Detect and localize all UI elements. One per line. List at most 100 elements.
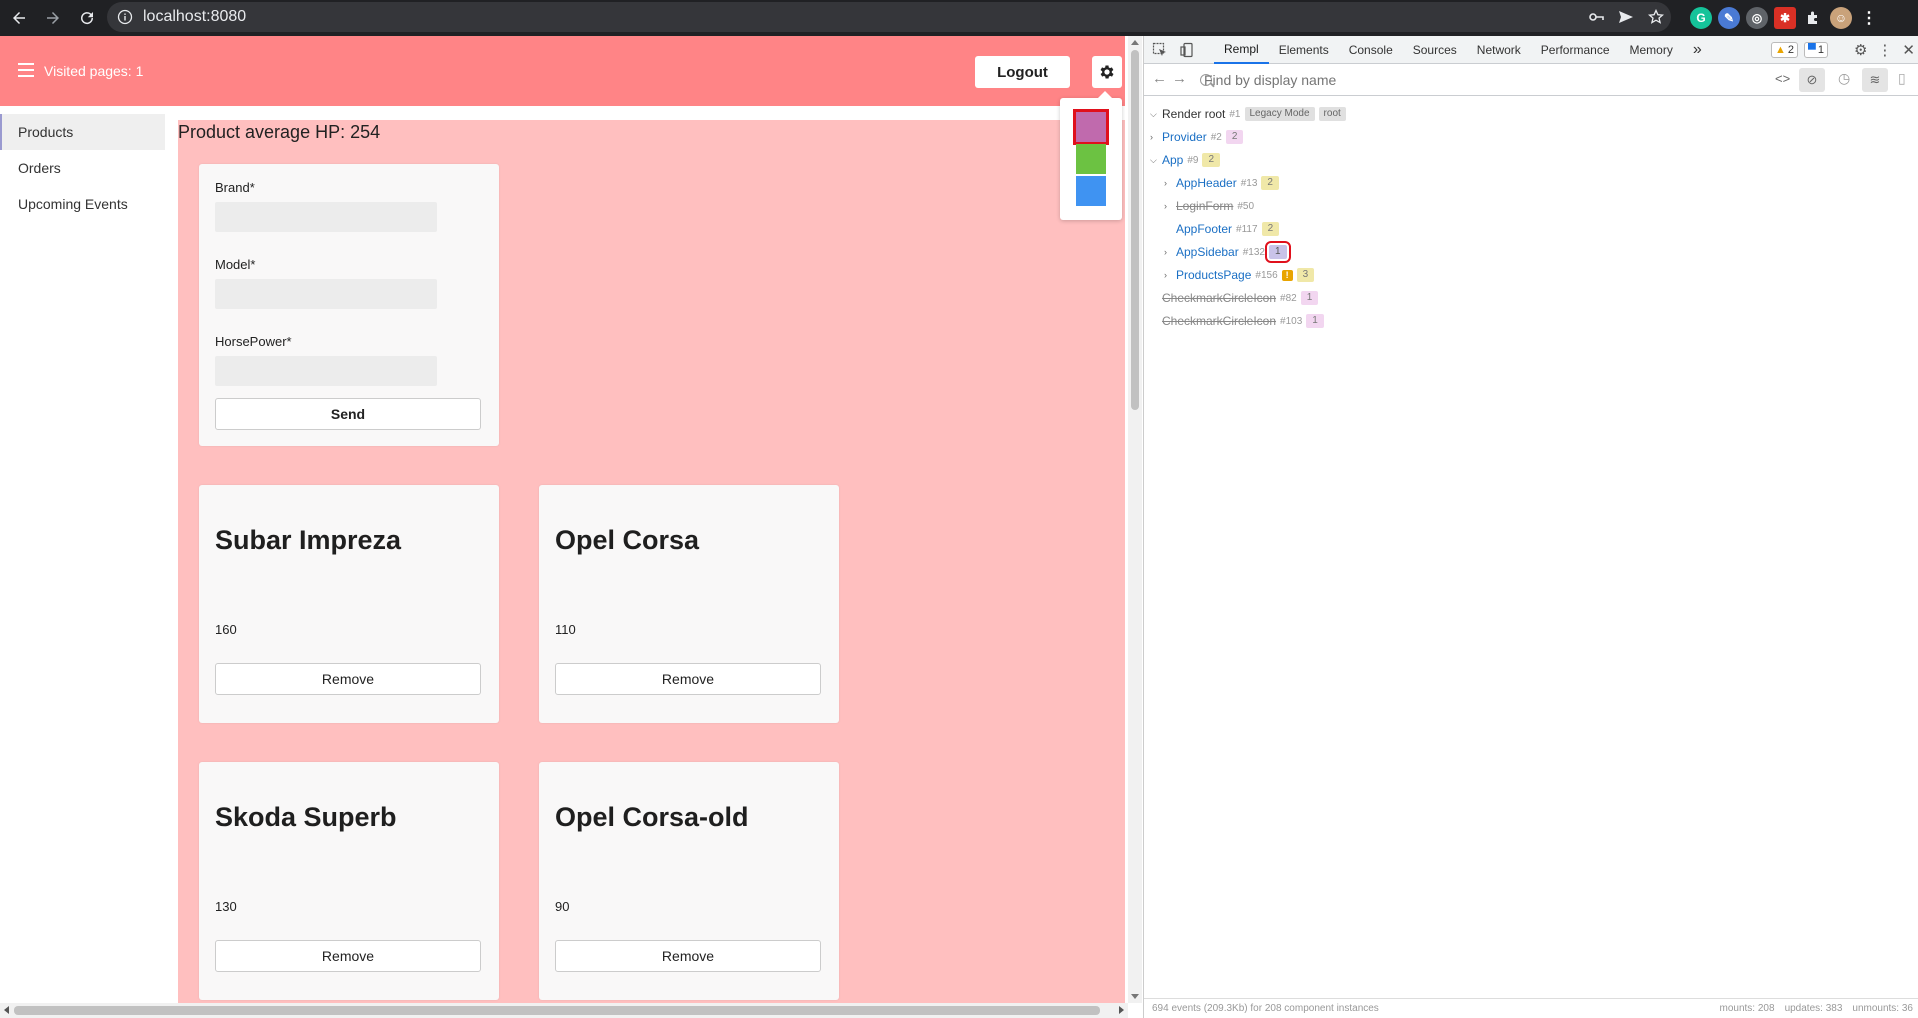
settings-gear-icon[interactable]: [1092, 56, 1122, 88]
send-button[interactable]: Send: [215, 398, 481, 430]
remove-button[interactable]: Remove: [215, 663, 481, 695]
tree-row-loginform[interactable]: › LoginForm #50: [1164, 196, 1254, 216]
tab-console[interactable]: Console: [1339, 36, 1403, 64]
add-product-form: Brand* Model* HorsePower* Send: [199, 164, 499, 446]
remove-button[interactable]: Remove: [555, 940, 821, 972]
tree-row-appheader[interactable]: › AppHeader #13 2: [1164, 173, 1279, 193]
component-id: #1: [1229, 108, 1241, 120]
info-icon[interactable]: [117, 9, 133, 25]
forward-arrow-icon[interactable]: →: [1172, 70, 1187, 87]
tree-row-checkmark-icon[interactable]: CheckmarkCircleIcon #103 1: [1162, 311, 1324, 331]
brand-input[interactable]: [215, 202, 437, 232]
address-bar[interactable]: localhost:8080: [107, 2, 1671, 32]
tab-rempl[interactable]: Rempl: [1214, 36, 1269, 64]
send-icon[interactable]: [1611, 2, 1641, 32]
app-horizontal-scrollbar[interactable]: [0, 1003, 1128, 1018]
profile-avatar[interactable]: ☺: [1830, 7, 1852, 29]
tab-performance[interactable]: Performance: [1531, 36, 1620, 64]
remove-button[interactable]: Remove: [215, 940, 481, 972]
hamburger-menu-icon[interactable]: [18, 63, 34, 77]
tree-row-checkmark-icon[interactable]: CheckmarkCircleIcon #82 1: [1162, 288, 1319, 308]
devtools-settings-gear-icon[interactable]: ⚙: [1854, 41, 1867, 59]
component-id: #82: [1280, 292, 1297, 304]
scrollbar-thumb[interactable]: [14, 1006, 1100, 1015]
logout-button[interactable]: Logout: [975, 56, 1070, 88]
back-arrow-icon[interactable]: ←: [1152, 70, 1167, 87]
sidebar-item-orders[interactable]: Orders: [0, 150, 165, 186]
horsepower-input[interactable]: [215, 356, 437, 386]
forward-icon[interactable]: [38, 3, 68, 33]
tree-row-app[interactable]: ⌵ App #9 2: [1150, 150, 1221, 170]
warning-icon: ▲: [1775, 44, 1786, 56]
devtools-tab-bar: Rempl Elements Console Sources Network P…: [1144, 36, 1918, 64]
component-id: #156: [1255, 269, 1278, 281]
render-count-badge: 2: [1225, 130, 1244, 144]
remove-button[interactable]: Remove: [555, 663, 821, 695]
sidebar-item-upcoming-events[interactable]: Upcoming Events: [0, 186, 165, 222]
app-viewport: Visited pages: 1 Logout Products Orders …: [0, 36, 1125, 1003]
expand-arrow-icon[interactable]: ›: [1164, 270, 1174, 280]
tab-elements[interactable]: Elements: [1269, 36, 1339, 64]
puzzle-extensions-icon[interactable]: [1802, 7, 1824, 29]
theme-swatch-purple[interactable]: [1073, 109, 1109, 145]
warnings-badge[interactable]: ▲ 2: [1771, 42, 1799, 58]
devtools-kebab-icon[interactable]: ⋮: [1877, 41, 1892, 59]
expand-arrow-icon[interactable]: ›: [1164, 247, 1174, 257]
tree-row-provider[interactable]: › Provider #2 2: [1150, 127, 1244, 147]
target-extension-icon[interactable]: ◎: [1746, 7, 1768, 29]
unmounts-count: unmounts: 36: [1852, 1003, 1913, 1014]
tab-network[interactable]: Network: [1467, 36, 1531, 64]
expand-arrow-icon[interactable]: ›: [1164, 178, 1174, 188]
code-icon[interactable]: <>: [1775, 71, 1790, 86]
theme-swatch-green[interactable]: [1076, 144, 1106, 174]
tree-row-productspage[interactable]: › ProductsPage #156 ! 3: [1164, 265, 1315, 285]
tree-row-appfooter[interactable]: AppFooter #117 2: [1176, 219, 1280, 239]
menu-kebab-icon[interactable]: ⋮: [1858, 7, 1880, 29]
messages-badge[interactable]: ▀ 1: [1804, 42, 1828, 58]
app-header: Visited pages: 1 Logout: [0, 36, 1125, 106]
star-icon[interactable]: [1641, 2, 1671, 32]
horsepower-label: HorsePower*: [215, 334, 292, 349]
tab-sources[interactable]: Sources: [1403, 36, 1467, 64]
scroll-down-arrow-icon[interactable]: [1131, 994, 1139, 999]
expand-arrow-icon[interactable]: ›: [1150, 132, 1160, 142]
trash-icon[interactable]: ▯: [1898, 70, 1906, 87]
render-count-badge: 2: [1261, 176, 1279, 190]
device-toolbar-icon[interactable]: [1176, 38, 1200, 62]
grammarly-extension-icon[interactable]: G: [1690, 7, 1712, 29]
scroll-right-arrow-icon[interactable]: [1119, 1006, 1124, 1014]
more-tabs-icon[interactable]: »: [1683, 36, 1712, 64]
eye-hidden-icon[interactable]: ⊘: [1799, 68, 1825, 92]
render-count-badge: 3: [1296, 268, 1315, 282]
collapse-arrow-icon[interactable]: ⌵: [1150, 109, 1160, 120]
collapse-arrow-icon[interactable]: ⌵: [1150, 155, 1160, 166]
scroll-left-arrow-icon[interactable]: [4, 1006, 9, 1014]
key-icon[interactable]: [1581, 2, 1611, 32]
wifi-icon[interactable]: ≋: [1862, 68, 1888, 92]
component-tree: ⌵ Render root #1 Legacy Mode root › Prov…: [1144, 96, 1918, 996]
pen-extension-icon[interactable]: ✎: [1718, 7, 1740, 29]
expand-arrow-icon[interactable]: ›: [1164, 201, 1174, 211]
theme-swatch-blue[interactable]: [1076, 176, 1106, 206]
app-vertical-scrollbar[interactable]: [1128, 36, 1142, 1003]
reload-icon[interactable]: [72, 3, 102, 33]
close-devtools-icon[interactable]: ✕: [1902, 41, 1915, 59]
timer-icon[interactable]: ◷: [1838, 70, 1850, 87]
tree-row-render-root[interactable]: ⌵ Render root #1 Legacy Mode root: [1150, 104, 1346, 124]
sidebar-item-products[interactable]: Products: [0, 114, 165, 150]
inspect-element-icon[interactable]: [1148, 38, 1172, 62]
product-hp: 130: [215, 899, 237, 914]
scroll-up-arrow-icon[interactable]: [1131, 40, 1139, 45]
model-label: Model*: [215, 257, 256, 272]
bug-extension-icon[interactable]: ✱: [1774, 7, 1796, 29]
back-icon[interactable]: [4, 3, 34, 33]
devtools-status-bar: 694 events (209.3Kb) for 208 component i…: [1144, 998, 1918, 1018]
component-id: #13: [1240, 177, 1258, 189]
tab-memory[interactable]: Memory: [1620, 36, 1683, 64]
component-name: Provider: [1162, 130, 1207, 144]
component-name: App: [1162, 153, 1184, 167]
component-id: #2: [1210, 131, 1222, 143]
tree-row-appsidebar[interactable]: › AppSidebar #132 1: [1164, 241, 1291, 263]
scrollbar-thumb[interactable]: [1131, 50, 1139, 410]
model-input[interactable]: [215, 279, 437, 309]
